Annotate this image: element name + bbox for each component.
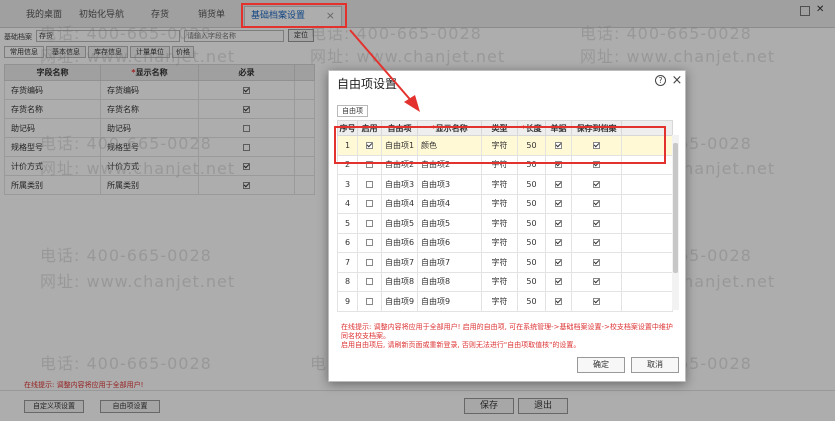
- annotation-arrow: [349, 29, 420, 112]
